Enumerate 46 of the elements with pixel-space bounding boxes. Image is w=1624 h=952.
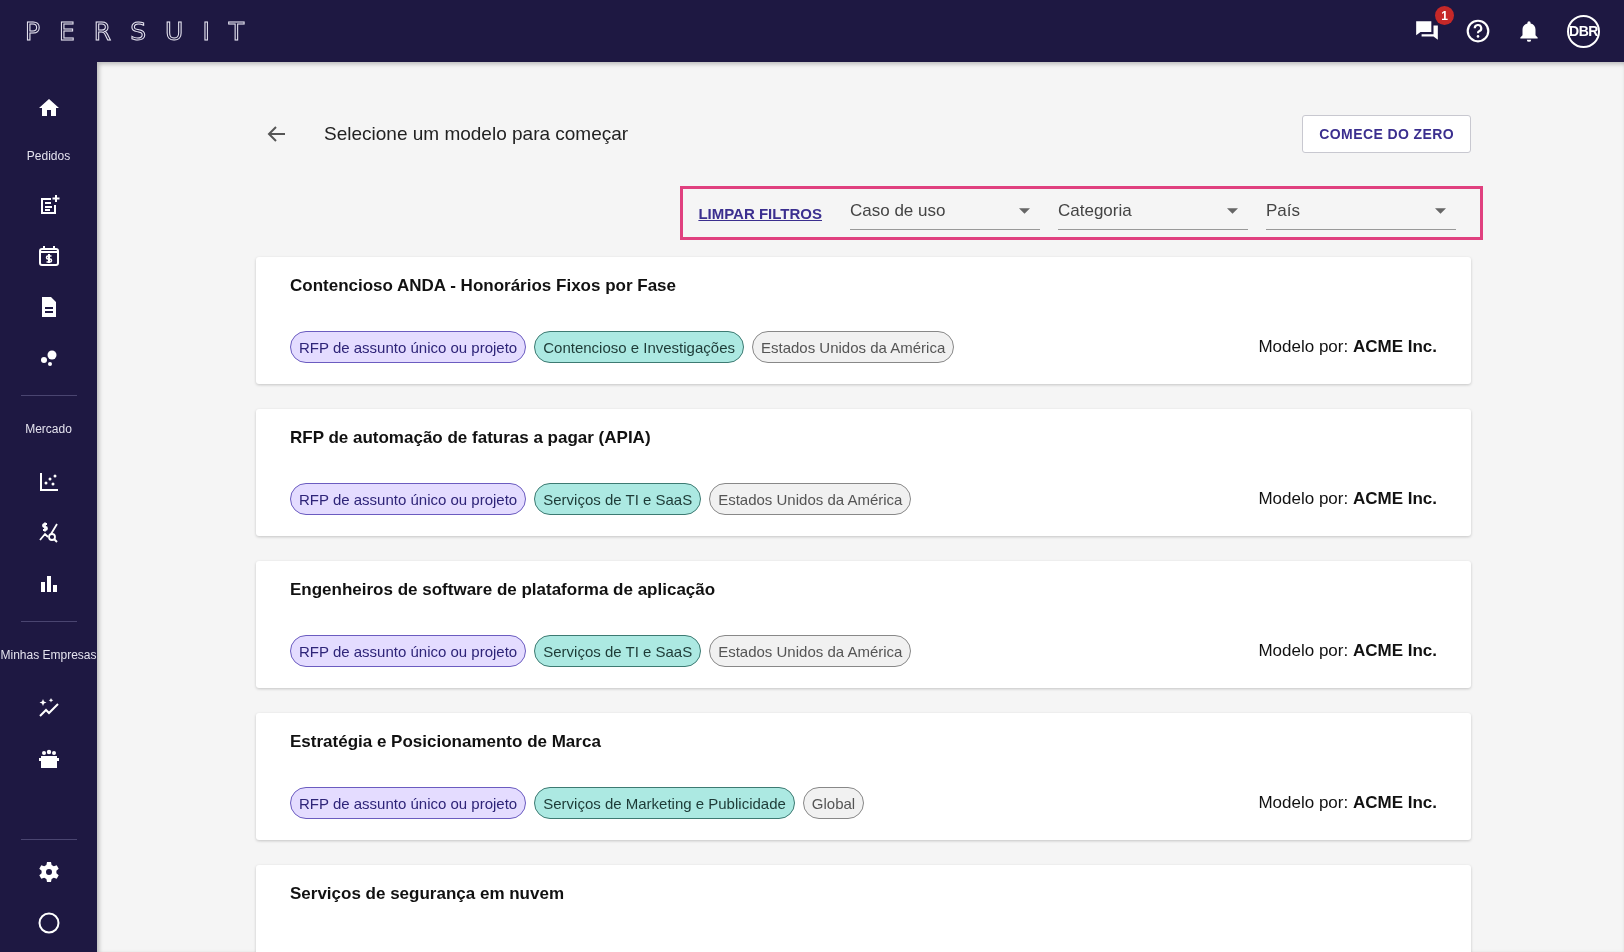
clear-filters-link[interactable]: LIMPAR FILTROS bbox=[698, 204, 822, 222]
tag: Estados Unidos da América bbox=[709, 635, 912, 667]
tag: RFP de assunto único ou projeto bbox=[290, 787, 527, 819]
tag: Estados Unidos da América bbox=[752, 331, 955, 363]
circle-icon[interactable] bbox=[36, 910, 61, 935]
notification-badge: 1 bbox=[1435, 6, 1454, 25]
tag: Contencioso e Investigações bbox=[534, 331, 744, 363]
template-title: Engenheiros de software de plataforma de aplicação bbox=[290, 580, 717, 600]
dropdown[interactable]: Caso de uso bbox=[850, 196, 1040, 230]
calendar-dollar-icon[interactable] bbox=[36, 243, 61, 268]
template-title: Contencioso ANDA - Honorários Fixos por Fase bbox=[290, 276, 677, 296]
tag: Global bbox=[802, 787, 865, 819]
section-label: Minhas Empresas bbox=[0, 647, 97, 664]
author-text: Modelo por: ACME Inc. bbox=[1258, 793, 1437, 813]
section-label: Mercado bbox=[25, 421, 72, 438]
tag: Serviços de Marketing e Publicidade bbox=[534, 787, 795, 819]
price-search-icon[interactable] bbox=[36, 520, 61, 545]
template-card[interactable]: RFP de automação de faturas a pagar (APIA) RFP de assunto único ou projeto Serviços de TI e SaaS Estados Unidos da América Modelo por: ACME Inc. bbox=[256, 409, 1471, 536]
tag: Serviços de TI e SaaS bbox=[534, 635, 702, 667]
caret-icon bbox=[1435, 207, 1446, 214]
author-text: Modelo por: ACME Inc. bbox=[1258, 489, 1437, 509]
logo[interactable]: PERSUIT bbox=[25, 16, 264, 46]
tag: Serviços de TI e SaaS bbox=[534, 483, 702, 515]
tag: RFP de assunto único ou projeto bbox=[290, 331, 527, 363]
template-card[interactable]: Estratégia e Posicionamento de Marca RFP de assunto único ou projeto Serviços de Marketing e Publicidade Global Modelo por: ACME Inc. bbox=[256, 713, 1471, 840]
settings-icon[interactable] bbox=[36, 859, 61, 884]
template-title: Estratégia e Posicionamento de Marca bbox=[290, 732, 602, 752]
caret-icon bbox=[1019, 207, 1030, 214]
template-card[interactable]: Engenheiros de software de plataforma de aplicação RFP de assunto único ou projeto Serviços de TI e SaaS Estados Unidos da América Modelo por: ACME Inc. bbox=[256, 561, 1471, 688]
author-text: Modelo por: ACME Inc. bbox=[1258, 641, 1437, 661]
tag: RFP de assunto único ou projeto bbox=[290, 635, 527, 667]
author-text: Modelo por: ACME Inc. bbox=[1258, 337, 1437, 357]
template-card[interactable]: Contencioso ANDA - Honorários Fixos por Fase RFP de assunto único ou projeto Contencioso e Investigações Estados Unidos da América Modelo por: ACME Inc. bbox=[256, 257, 1471, 384]
tag: Estados Unidos da América bbox=[709, 483, 912, 515]
page-title: Selecione um modelo para começar bbox=[324, 122, 630, 145]
template-title: RFP de automação de faturas a pagar (APIA) bbox=[290, 428, 652, 448]
section-label: Pedidos bbox=[26, 148, 71, 165]
template-title: Serviços de segurança em nuvem bbox=[290, 884, 566, 904]
caret-icon bbox=[1227, 207, 1238, 214]
avatar[interactable]: DBR bbox=[1567, 14, 1600, 48]
start-from-scratch-button[interactable]: COMECE DO ZERO bbox=[1302, 114, 1471, 153]
dropdown[interactable]: Categoria bbox=[1058, 196, 1248, 230]
help-icon[interactable] bbox=[1465, 18, 1491, 44]
template-card[interactable]: Serviços de segurança em nuvem bbox=[256, 865, 1471, 952]
tag: RFP de assunto único ou projeto bbox=[290, 483, 527, 515]
dropdown[interactable]: País bbox=[1266, 196, 1456, 230]
